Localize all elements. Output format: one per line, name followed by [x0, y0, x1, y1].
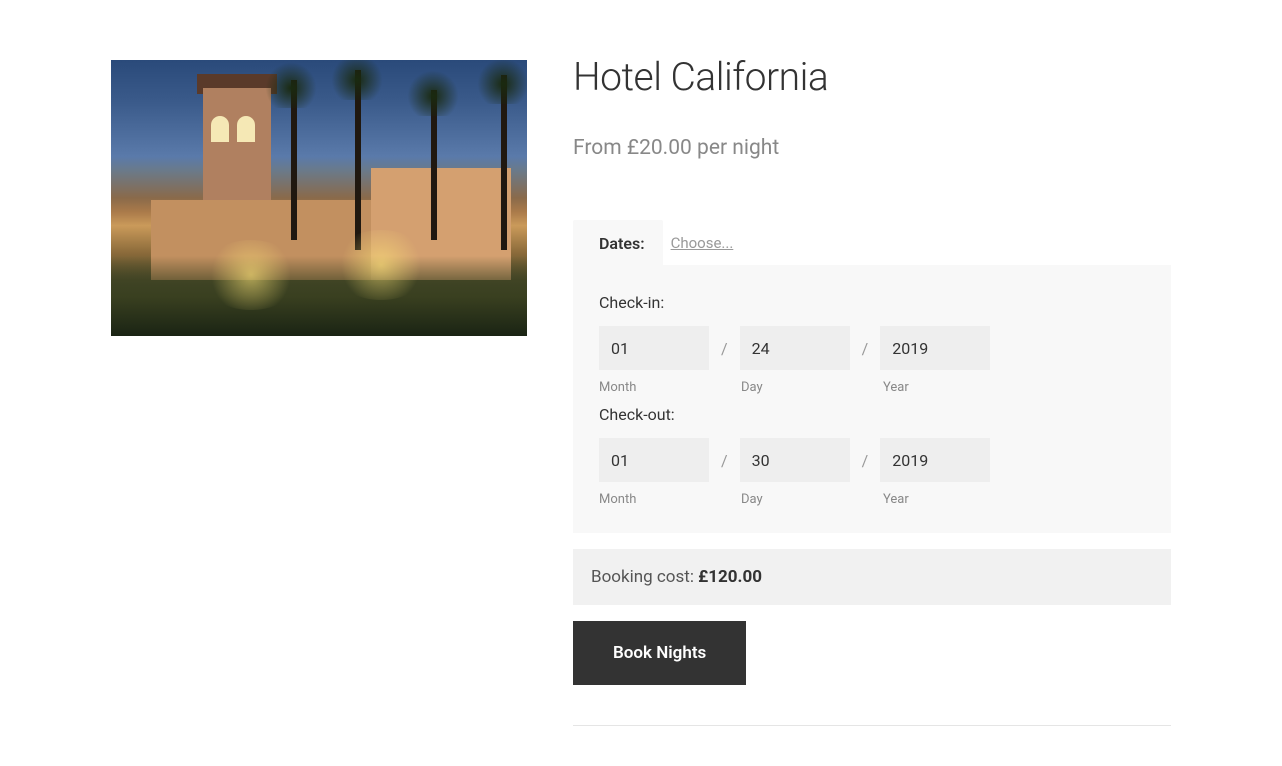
cost-value: £120.00	[698, 567, 762, 587]
checkin-label: Check-in:	[599, 293, 1145, 312]
month-sublabel: Month	[599, 492, 709, 507]
decorative-shape	[261, 60, 321, 108]
date-separator: /	[862, 339, 869, 358]
checkout-label: Check-out:	[599, 405, 1145, 424]
product-page: Hotel California From £20.00 per night D…	[51, 0, 1231, 766]
image-column	[111, 60, 527, 726]
date-separator: /	[721, 451, 728, 470]
year-sublabel: Year	[883, 380, 993, 395]
checkin-year-input[interactable]	[880, 326, 990, 370]
checkout-month-input[interactable]	[599, 438, 709, 482]
divider	[573, 725, 1171, 726]
date-separator: /	[862, 451, 869, 470]
book-button[interactable]: Book Nights	[573, 621, 746, 685]
day-sublabel: Day	[741, 492, 851, 507]
decorative-shape	[211, 116, 229, 142]
day-sublabel: Day	[741, 380, 851, 395]
price-line: From £20.00 per night	[573, 136, 1171, 160]
month-sublabel: Month	[599, 380, 709, 395]
checkout-year-input[interactable]	[880, 438, 990, 482]
product-title: Hotel California	[573, 54, 1171, 100]
decorative-shape	[201, 240, 301, 310]
tab-dates[interactable]: Dates:	[573, 220, 663, 265]
checkin-month-input[interactable]	[599, 326, 709, 370]
checkout-sublabels: Month Day Year	[599, 492, 1145, 507]
decorative-shape	[331, 230, 431, 300]
checkout-day-input[interactable]	[740, 438, 850, 482]
decorative-shape	[111, 256, 527, 336]
date-separator: /	[721, 339, 728, 358]
tab-row: Dates: Choose...	[573, 220, 1171, 265]
checkin-day-input[interactable]	[740, 326, 850, 370]
decorative-shape	[473, 60, 527, 104]
checkin-row: / /	[599, 326, 1145, 370]
decorative-shape	[237, 116, 255, 142]
choose-link[interactable]: Choose...	[663, 220, 752, 265]
cost-bar: Booking cost: £120.00	[573, 549, 1171, 605]
tab-dates-label: Dates:	[599, 234, 645, 253]
booking-panel: Check-in: / / Month Day Year Check-out:	[573, 265, 1171, 533]
cost-label: Booking cost:	[591, 567, 698, 587]
booking-section: Dates: Choose... Check-in: / / Month Day	[573, 220, 1171, 533]
checkout-row: / /	[599, 438, 1145, 482]
product-image[interactable]	[111, 60, 527, 336]
decorative-shape	[403, 66, 463, 116]
year-sublabel: Year	[883, 492, 993, 507]
detail-column: Hotel California From £20.00 per night D…	[573, 60, 1171, 726]
checkin-sublabels: Month Day Year	[599, 380, 1145, 395]
decorative-shape	[327, 60, 387, 100]
